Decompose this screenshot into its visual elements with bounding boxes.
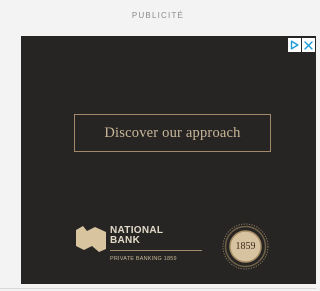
bottom-divider bbox=[0, 288, 316, 289]
seal-year: 1859 bbox=[235, 241, 256, 252]
brand-name: NATIONAL BANK bbox=[110, 226, 163, 246]
brand-tagline: PRIVATE BANKING 1859 bbox=[110, 256, 177, 262]
ad-banner[interactable]: Discover our approach NATIONAL BANK PRIV… bbox=[21, 36, 316, 284]
discover-approach-button[interactable]: Discover our approach bbox=[74, 114, 271, 152]
close-icon[interactable] bbox=[302, 38, 315, 52]
adchoices-badge[interactable] bbox=[288, 38, 315, 52]
advertisement-label: PUBLICITÉ bbox=[131, 11, 185, 20]
national-bank-logo-icon bbox=[76, 226, 106, 252]
adchoices-icon[interactable] bbox=[288, 38, 301, 52]
brand-divider bbox=[110, 250, 202, 251]
brand-name-line2: BANK bbox=[110, 235, 141, 246]
